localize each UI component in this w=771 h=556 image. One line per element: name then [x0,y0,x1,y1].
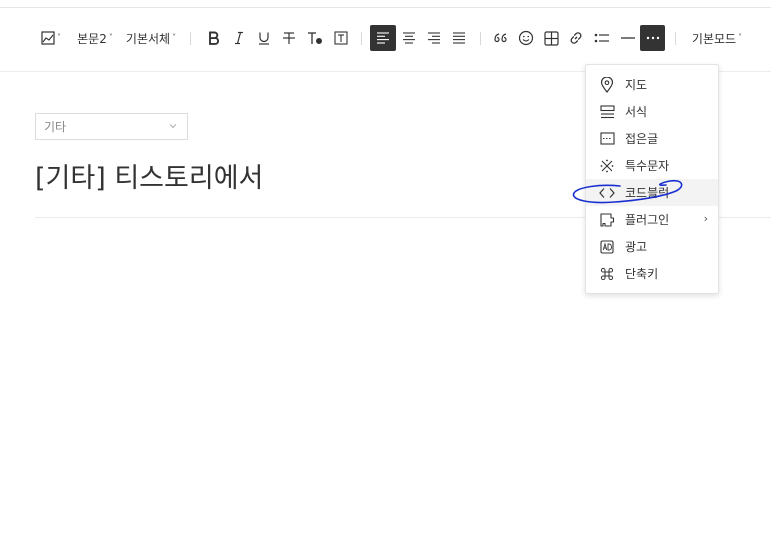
emoji-button[interactable] [515,25,537,51]
bulleted-list-button[interactable] [590,25,614,51]
plugin-icon [599,212,615,228]
toolbar-divider [675,32,676,45]
emoji-icon [518,30,534,46]
toolbar-divider [480,32,481,45]
more-menu: 지도 서식 접은글 특수문자 코드블럭 플러그인 › 광고 단축키 [585,64,719,294]
horizontal-rule-icon [621,37,635,39]
ad-icon [599,239,615,255]
editor-mode-dropdown[interactable]: 기본모드 ˅ [689,25,745,51]
table-icon [543,30,559,46]
align-right-button[interactable] [423,25,445,51]
chevron-down-icon: ˅ [738,32,743,42]
chevron-down-icon: ˅ [172,32,177,42]
align-left-icon [377,32,389,44]
chevron-down-icon: ˅ [108,32,113,42]
image-icon [41,31,55,45]
code-icon [599,185,615,201]
more-dots-icon [646,36,659,40]
quote-button[interactable] [490,25,512,51]
menu-item-code-block[interactable]: 코드블럭 [586,179,718,206]
bulleted-list-icon [594,33,609,43]
align-left-button[interactable] [370,25,396,51]
fold-icon [599,131,615,147]
menu-item-plugin[interactable]: 플러그인 › [586,206,718,233]
menu-item-label: 특수문자 [625,159,670,173]
strikethrough-button[interactable] [278,25,300,51]
special-char-icon [599,158,615,174]
align-right-icon [428,32,440,44]
insert-image-button[interactable]: ˅ [38,25,64,51]
menu-item-fold[interactable]: 접은글 [586,125,718,152]
toolbar-divider [190,32,191,45]
post-title-input[interactable]: [기타] 티스토리에서 [35,156,263,195]
align-justify-button[interactable] [448,25,470,51]
menu-item-map[interactable]: 지도 [586,71,718,98]
underline-button[interactable] [253,25,275,51]
chevron-down-icon [169,124,177,129]
underline-icon [259,32,269,45]
horizontal-rule-button[interactable] [617,25,639,51]
link-icon [570,32,582,44]
menu-item-ad[interactable]: 광고 [586,233,718,260]
chevron-down-icon: ˅ [57,32,61,42]
command-icon [599,266,615,282]
menu-item-label: 광고 [625,240,648,254]
bold-button[interactable] [203,25,225,51]
align-center-icon [403,32,415,44]
menu-item-label: 접은글 [625,132,659,146]
template-icon [599,104,615,120]
menu-item-template[interactable]: 서식 [586,98,718,125]
text-background-button[interactable] [330,25,352,51]
menu-item-shortcuts[interactable]: 단축키 [586,260,718,287]
menu-item-label: 단축키 [625,267,659,281]
italic-icon [235,31,243,45]
text-color-icon [308,32,322,44]
menu-item-label: 지도 [625,78,648,92]
map-pin-icon [599,76,615,93]
toolbar-divider [361,32,362,45]
link-button[interactable] [565,25,587,51]
editor-mode-label: 기본모드 [691,31,737,46]
table-button[interactable] [540,25,562,51]
window-top-border [0,0,771,8]
align-justify-icon [453,32,465,44]
font-family-label: 기본서체 [125,31,171,46]
menu-item-label: 코드블럭 [625,186,670,200]
italic-button[interactable] [228,25,250,51]
paragraph-style-dropdown[interactable]: 본문2 ˅ [75,25,115,51]
bold-icon [209,31,219,45]
chevron-right-icon: › [703,212,708,225]
font-family-dropdown[interactable]: 기본서체 ˅ [124,25,178,51]
category-select[interactable]: 기타 [35,113,188,140]
align-center-button[interactable] [398,25,420,51]
text-background-icon [334,31,348,45]
category-value: 기타 [44,120,67,134]
strikethrough-icon [283,32,295,44]
more-button[interactable] [640,25,665,51]
menu-item-special-char[interactable]: 특수문자 [586,152,718,179]
menu-item-label: 플러그인 [625,213,670,227]
editor-toolbar: ˅ 본문2 ˅ 기본서체 ˅ 기본모드 ˅ [0,9,771,72]
menu-item-label: 서식 [625,105,648,119]
paragraph-style-label: 본문2 [77,31,107,46]
text-color-button[interactable] [303,25,327,51]
quote-icon [494,33,507,43]
